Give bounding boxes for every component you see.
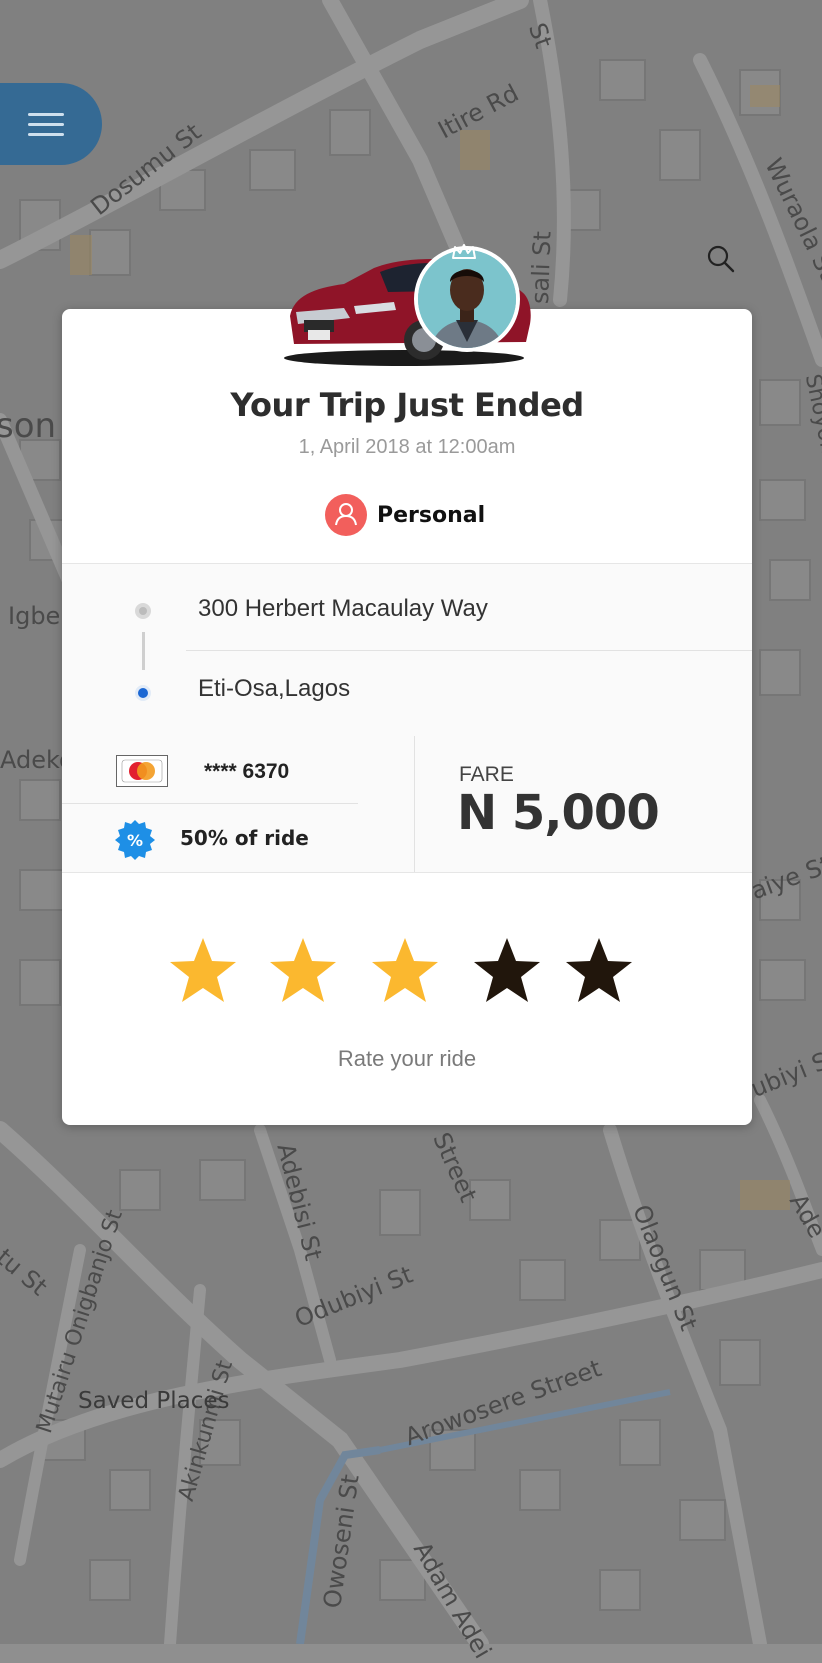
street-label: Igbe xyxy=(8,602,61,630)
divider xyxy=(62,803,358,804)
ride-type-label[interactable]: Personal xyxy=(377,503,485,528)
menu-button[interactable] xyxy=(0,83,102,165)
dropoff-dot-icon xyxy=(135,685,151,701)
star-shape xyxy=(270,938,336,1002)
star-shape xyxy=(170,938,236,1002)
mastercard-icon xyxy=(116,755,168,787)
driver-avatar[interactable] xyxy=(414,246,520,352)
hamburger-icon xyxy=(28,123,64,126)
hamburger-icon xyxy=(28,113,64,116)
star-icon-3[interactable] xyxy=(370,936,440,1004)
crown-icon xyxy=(452,244,476,259)
divider xyxy=(414,736,415,872)
driver-photo xyxy=(418,250,516,348)
star-icon-2[interactable] xyxy=(268,936,338,1004)
dropoff-address: Eti-Osa,Lagos xyxy=(198,675,351,702)
star-icon-4[interactable] xyxy=(472,936,542,1004)
star-icon-1[interactable] xyxy=(168,936,238,1004)
star-shape xyxy=(566,938,632,1002)
hamburger-icon xyxy=(28,133,64,136)
star-shape xyxy=(474,938,540,1002)
search-icon[interactable] xyxy=(706,244,736,274)
personal-profile-icon xyxy=(325,494,367,536)
person-icon xyxy=(335,503,357,526)
promo-label: 50% of ride xyxy=(180,826,309,850)
saved-places-label[interactable]: Saved Places xyxy=(78,1388,230,1414)
fare-label: FARE xyxy=(459,763,514,786)
star-shape xyxy=(372,938,438,1002)
pickup-dot-icon xyxy=(135,603,151,619)
fare-value: N 5,000 xyxy=(457,785,660,841)
pickup-address: 300 Herbert Macaulay Way xyxy=(198,595,488,622)
svg-text:%: % xyxy=(127,831,143,850)
route-line xyxy=(142,632,145,670)
star-icon-5[interactable] xyxy=(564,936,634,1004)
trip-datetime: 1, April 2018 at 12:00am xyxy=(298,436,516,458)
rate-prompt: Rate your ride xyxy=(337,1046,477,1071)
divider xyxy=(186,650,752,651)
card-number: **** 6370 xyxy=(204,760,290,783)
page-title: Your Trip Just Ended xyxy=(230,386,584,424)
discount-badge-icon: % xyxy=(115,820,155,860)
